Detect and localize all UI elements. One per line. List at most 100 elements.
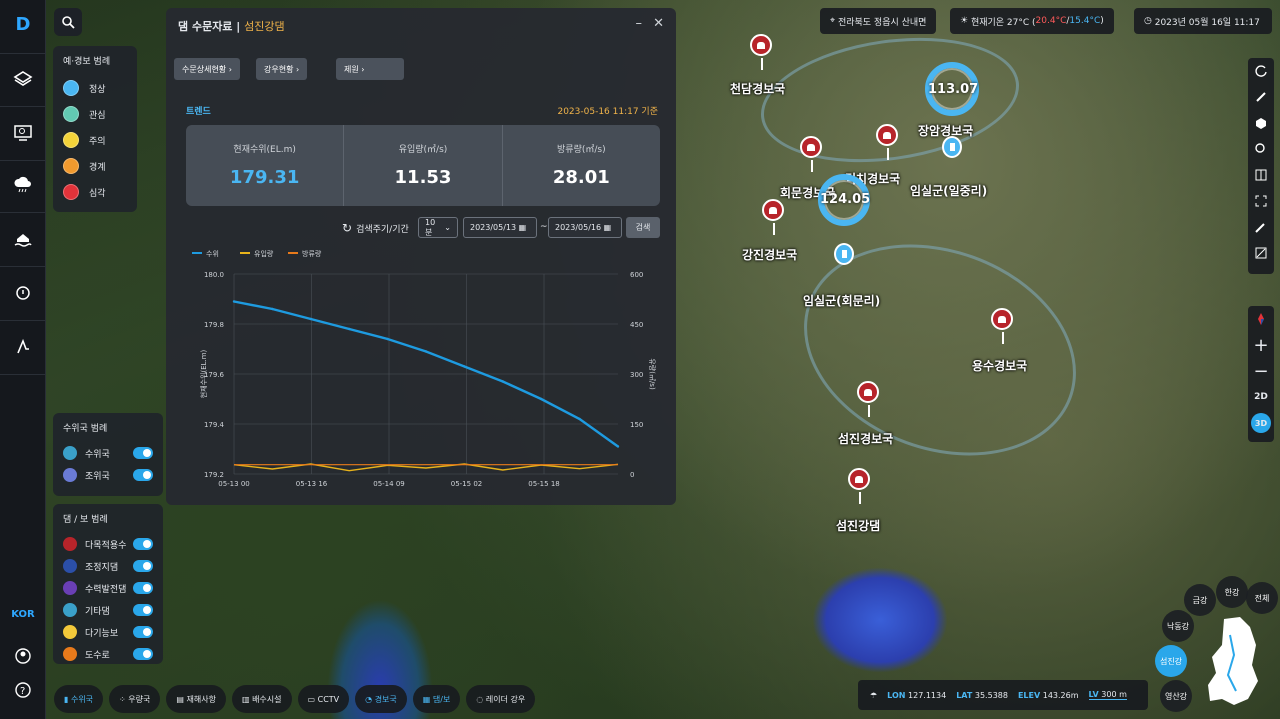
layer-toggle[interactable] bbox=[133, 469, 153, 481]
view-2d-button[interactable]: 2D bbox=[1248, 384, 1274, 410]
data-point bbox=[348, 327, 351, 331]
data-point bbox=[232, 300, 236, 303]
language-switch[interactable]: KOR bbox=[6, 609, 40, 620]
search-submit-button[interactable]: 검색 bbox=[626, 217, 660, 238]
layer-rain-station[interactable]: ⁘ 우량국 bbox=[109, 685, 161, 713]
minimize-button[interactable]: – bbox=[636, 16, 643, 31]
zoom-area-icon[interactable] bbox=[1248, 136, 1274, 162]
layers-icon[interactable] bbox=[8, 64, 38, 94]
refresh-water-icon[interactable] bbox=[8, 278, 38, 308]
layer-disaster[interactable]: ▤ 재해사항 bbox=[166, 685, 226, 713]
legend-label: 관심 bbox=[89, 110, 106, 121]
monitor-search-icon[interactable] bbox=[8, 118, 38, 148]
station-legend: 수위국 범례 수위국 조위국 bbox=[53, 413, 163, 496]
y-tick-right: 300 bbox=[630, 371, 643, 379]
tab-rainfall[interactable]: 강우현황 › bbox=[256, 58, 308, 80]
app-logo[interactable]: D bbox=[11, 14, 35, 38]
rain-cloud-icon[interactable] bbox=[8, 170, 38, 200]
compare-icon[interactable] bbox=[1248, 162, 1274, 188]
basin-yeongsan[interactable]: 영산강 bbox=[1160, 680, 1192, 712]
legend-item: 수력발전댐 bbox=[63, 577, 153, 599]
ruler-icon[interactable] bbox=[1248, 84, 1274, 110]
data-point bbox=[309, 317, 312, 321]
cube-icon[interactable] bbox=[1248, 110, 1274, 136]
tab-detail[interactable]: 수문상세현황 › bbox=[174, 58, 240, 80]
legend-item: 경계 bbox=[63, 153, 127, 179]
profile-icon[interactable] bbox=[1248, 240, 1274, 266]
zoom-in-button[interactable]: + bbox=[1248, 332, 1274, 358]
dam-marker[interactable] bbox=[848, 468, 870, 504]
end-date-input[interactable]: 2023/05/16 ▦ bbox=[548, 217, 622, 238]
legend-color-icon bbox=[63, 537, 77, 551]
position-icon: ☂ bbox=[870, 690, 878, 700]
legend-color-icon bbox=[63, 625, 77, 639]
layer-dam[interactable]: ▦ 댐/보 bbox=[412, 685, 461, 713]
layer-drainage[interactable]: ▥ 배수시설 bbox=[231, 685, 292, 713]
basin-geum[interactable]: 금강 bbox=[1184, 584, 1216, 616]
x-tick: 05-15 18 bbox=[528, 480, 559, 488]
layer-alert-station[interactable]: ◔ 경보국 bbox=[355, 685, 407, 713]
water-station-pin[interactable] bbox=[942, 136, 962, 158]
layer-radar[interactable]: ◌ 레이더 강우 bbox=[466, 685, 536, 713]
layer-toggle[interactable] bbox=[133, 626, 153, 638]
basin-han[interactable]: 한강 bbox=[1216, 576, 1248, 608]
water-station-pin[interactable] bbox=[834, 243, 854, 265]
legend-label: 수력발전댐 bbox=[85, 584, 127, 595]
legend-text: 수위 bbox=[206, 250, 219, 258]
layer-toggle[interactable] bbox=[133, 648, 153, 660]
korea-map-icon[interactable] bbox=[1200, 615, 1266, 707]
alert-station-marker[interactable] bbox=[762, 199, 784, 235]
layer-water-station[interactable]: ▮ 수위국 bbox=[54, 685, 104, 713]
dam-icon: ▦ bbox=[422, 694, 433, 704]
y-tick-left: 179.8 bbox=[204, 321, 224, 329]
basin-seomjin[interactable]: 섬진강 bbox=[1155, 645, 1187, 677]
legend-label: 기타댐 bbox=[85, 606, 110, 617]
legend-item: 다목적용수 bbox=[63, 533, 153, 555]
capture-icon[interactable] bbox=[1248, 188, 1274, 214]
dam-name: 섬진강댐 bbox=[244, 20, 285, 33]
close-button[interactable]: ✕ bbox=[653, 16, 664, 31]
calendar-icon: ▦ bbox=[518, 223, 527, 232]
alert-legend: 예·경보 범례 정상 관심 주의 경계 심각 bbox=[53, 46, 137, 212]
layer-toggle[interactable] bbox=[133, 582, 153, 594]
alert-station-marker[interactable] bbox=[750, 34, 772, 70]
range-tilde: ~ bbox=[540, 222, 548, 232]
legend-item: 기타댐 bbox=[63, 599, 153, 621]
flood-icon[interactable] bbox=[8, 224, 38, 254]
legend-label: 조정지댐 bbox=[85, 562, 119, 573]
legend-label: 심각 bbox=[89, 188, 106, 199]
layer-toggle[interactable] bbox=[133, 560, 153, 572]
refresh-icon[interactable]: ↻ bbox=[342, 221, 352, 235]
alert-station-marker[interactable] bbox=[857, 381, 879, 417]
layer-toggle[interactable] bbox=[133, 538, 153, 550]
user-icon[interactable] bbox=[8, 641, 38, 671]
help-icon[interactable]: ? bbox=[8, 675, 38, 705]
interval-select[interactable]: 10분 ⌄ bbox=[418, 217, 458, 238]
view-3d-button[interactable]: 3D bbox=[1248, 410, 1274, 436]
compass-icon[interactable] bbox=[1248, 306, 1274, 332]
drainage-icon: ▥ bbox=[241, 694, 253, 704]
legend-label: 도수로 bbox=[85, 650, 110, 661]
tab-spec[interactable]: 제원 › bbox=[336, 58, 404, 80]
legend-color-icon bbox=[63, 559, 77, 573]
draw-icon[interactable] bbox=[1248, 214, 1274, 240]
zoom-out-button[interactable]: − bbox=[1248, 358, 1274, 384]
alert-station-marker[interactable] bbox=[800, 136, 822, 172]
stat-outflow: 방류량(㎥/s) 28.01 bbox=[501, 125, 660, 206]
alert-station-marker[interactable] bbox=[991, 308, 1013, 344]
layer-toggle[interactable] bbox=[133, 447, 153, 459]
basin-nakdong[interactable]: 낙동강 bbox=[1162, 610, 1194, 642]
panel-title: 댐 수문자료 | 섬진강댐 bbox=[178, 20, 285, 33]
data-point bbox=[424, 350, 428, 353]
map-label: 임실군(회문리) bbox=[803, 294, 881, 308]
legend-label: 정상 bbox=[89, 84, 106, 95]
start-date-input[interactable]: 2023/05/13 ▦ bbox=[463, 217, 537, 238]
alert-station-marker[interactable] bbox=[876, 124, 898, 160]
search-button[interactable] bbox=[54, 8, 82, 36]
legend-item: 조위국 bbox=[63, 464, 153, 486]
refresh-icon[interactable] bbox=[1248, 58, 1274, 84]
alert-tower-icon[interactable] bbox=[8, 332, 38, 362]
layer-toggle[interactable] bbox=[133, 604, 153, 616]
basin-all[interactable]: 전체 bbox=[1246, 582, 1278, 614]
layer-cctv[interactable]: ▭ CCTV bbox=[297, 685, 350, 713]
